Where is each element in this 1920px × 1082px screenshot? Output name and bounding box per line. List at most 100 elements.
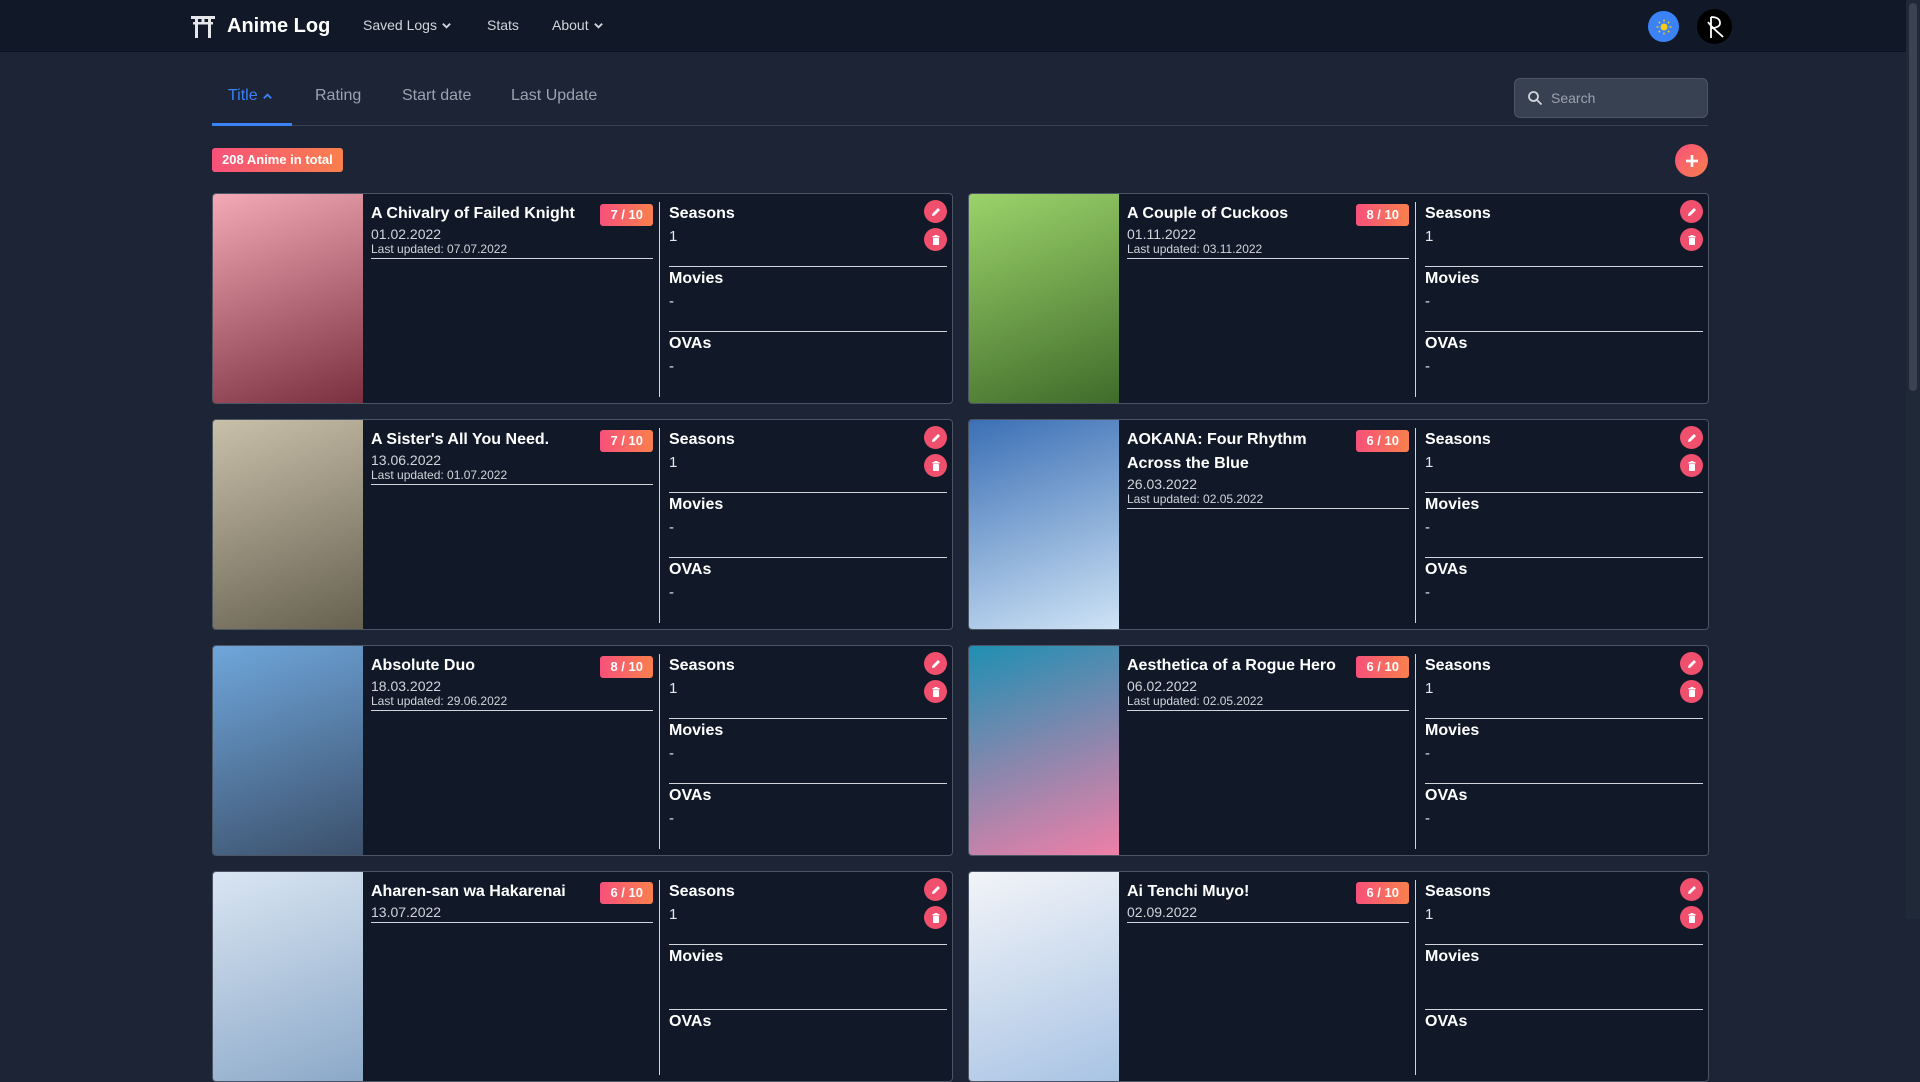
tab-last-update[interactable]: Last Update	[511, 87, 597, 105]
anime-last-updated: Last updated: 29.06.2022	[371, 694, 653, 711]
seasons-block: Seasons 1	[669, 654, 947, 719]
ovas-label: OVAs	[1425, 787, 1468, 804]
pencil-icon	[1687, 207, 1696, 216]
rating-badge: 8 / 10	[600, 656, 653, 678]
edit-button[interactable]	[924, 878, 947, 901]
ovas-value: -	[1425, 358, 1430, 375]
delete-button[interactable]	[924, 906, 947, 929]
seasons-value: 1	[1425, 680, 1434, 697]
seasons-label: Seasons	[669, 883, 735, 900]
movies-value: -	[669, 293, 674, 310]
edit-button[interactable]	[924, 652, 947, 675]
anime-title: A Chivalry of Failed Knight	[371, 205, 575, 222]
anime-poster-image	[969, 872, 1119, 1081]
ovas-label: OVAs	[1425, 561, 1468, 578]
seasons-block: Seasons 1	[1425, 880, 1703, 945]
anime-poster-image	[969, 194, 1119, 403]
delete-button[interactable]	[1680, 454, 1703, 477]
seasons-label: Seasons	[669, 205, 735, 222]
edit-button[interactable]	[924, 426, 947, 449]
anime-info: A Chivalry of Failed Knight 7 / 10 01.02…	[371, 202, 653, 259]
plus-icon	[1685, 154, 1698, 167]
edit-button[interactable]	[1680, 200, 1703, 223]
seasons-block: Seasons 1	[1425, 202, 1703, 267]
anime-last-updated: Last updated: 07.07.2022	[371, 242, 653, 259]
anime-info: AOKANA: Four Rhythm Across the Blue 6 / …	[1127, 428, 1409, 509]
anime-info: A Couple of Cuckoos 8 / 10 01.11.2022 La…	[1127, 202, 1409, 259]
anime-info: Aesthetica of a Rogue Hero 6 / 10 06.02.…	[1127, 654, 1409, 711]
navbar: Anime Log Saved Logs Stats About	[0, 0, 1920, 52]
tab-rating-label: Rating	[315, 87, 362, 104]
nav-stats[interactable]: Stats	[487, 17, 519, 33]
ovas-block: OVAs	[1425, 1010, 1703, 1075]
add-anime-button[interactable]	[1675, 144, 1708, 177]
movies-block: Movies -	[1425, 267, 1703, 332]
anime-counts: Seasons 1 Movies - OVAs -	[669, 428, 947, 623]
pencil-icon	[931, 207, 940, 216]
seasons-value: 1	[669, 680, 678, 697]
anime-last-updated: Last updated: 02.05.2022	[1127, 694, 1409, 711]
ovas-label: OVAs	[1425, 335, 1468, 352]
anime-title: A Sister's All You Need.	[371, 431, 550, 448]
rating-badge: 6 / 10	[1356, 882, 1409, 904]
delete-button[interactable]	[924, 454, 947, 477]
anime-start-date: 13.07.2022	[371, 904, 442, 920]
anime-counts: Seasons 1 Movies OVAs	[1425, 880, 1703, 1075]
tab-title[interactable]: Title	[228, 87, 273, 105]
brand-link[interactable]: Anime Log	[190, 11, 330, 41]
rating-badge: 6 / 10	[1356, 656, 1409, 678]
rating-badge: 8 / 10	[1356, 204, 1409, 226]
nav-stats-label: Stats	[487, 17, 519, 33]
nav-saved-logs[interactable]: Saved Logs	[363, 17, 452, 33]
movies-block: Movies	[669, 945, 947, 1010]
anime-start-date: 26.03.2022	[1127, 476, 1198, 492]
anime-start-date: 02.09.2022	[1127, 904, 1198, 920]
edit-button[interactable]	[1680, 652, 1703, 675]
delete-button[interactable]	[1680, 680, 1703, 703]
delete-button[interactable]	[1680, 906, 1703, 929]
anime-title: Aesthetica of a Rogue Hero	[1127, 657, 1336, 674]
anime-info: Absolute Duo 8 / 10 18.03.2022 Last upda…	[371, 654, 653, 711]
anime-start-date: 18.03.2022	[371, 678, 442, 694]
anime-title: Absolute Duo	[371, 657, 475, 674]
edit-button[interactable]	[924, 200, 947, 223]
tab-start-date-label: Start date	[402, 87, 472, 104]
tab-start-date[interactable]: Start date	[402, 87, 471, 105]
anime-start-date: 13.06.2022	[371, 452, 442, 468]
seasons-label: Seasons	[1425, 431, 1491, 448]
search-input[interactable]	[1551, 90, 1691, 106]
delete-button[interactable]	[1680, 228, 1703, 251]
nav-saved-logs-label: Saved Logs	[363, 17, 437, 33]
anime-poster-image	[213, 420, 363, 629]
card-divider	[659, 654, 660, 849]
movies-label: Movies	[1425, 722, 1480, 739]
anime-card: Aharen-san wa Hakarenai 6 / 10 13.07.202…	[212, 871, 953, 1082]
scroll-thumb[interactable]	[1909, 3, 1917, 391]
movies-block: Movies -	[669, 719, 947, 784]
seasons-value: 1	[1425, 228, 1434, 245]
page-scrollbar[interactable]	[1906, 0, 1920, 919]
seasons-block: Seasons 1	[669, 202, 947, 267]
theme-toggle-button[interactable]	[1648, 11, 1679, 42]
edit-button[interactable]	[1680, 426, 1703, 449]
ovas-value: -	[669, 584, 674, 601]
anime-info: A Sister's All You Need. 7 / 10 13.06.20…	[371, 428, 653, 485]
movies-block: Movies -	[1425, 493, 1703, 558]
movies-block: Movies -	[669, 493, 947, 558]
delete-button[interactable]	[924, 680, 947, 703]
anime-last-updated: Last updated: 03.11.2022	[1127, 242, 1409, 259]
seasons-label: Seasons	[669, 657, 735, 674]
rating-badge: 7 / 10	[600, 430, 653, 452]
user-avatar[interactable]	[1697, 9, 1732, 44]
edit-button[interactable]	[1680, 878, 1703, 901]
anime-card: A Sister's All You Need. 7 / 10 13.06.20…	[212, 419, 953, 630]
seasons-value: 1	[1425, 454, 1434, 471]
sort-tabs: Title Rating Start date Last Update	[212, 74, 1708, 126]
tab-rating[interactable]: Rating	[315, 87, 361, 105]
ovas-label: OVAs	[669, 787, 712, 804]
delete-button[interactable]	[924, 228, 947, 251]
nav-about[interactable]: About	[552, 17, 604, 33]
total-count-badge: 208 Anime in total	[212, 148, 343, 172]
ovas-block: OVAs -	[1425, 558, 1703, 623]
movies-label: Movies	[669, 722, 724, 739]
